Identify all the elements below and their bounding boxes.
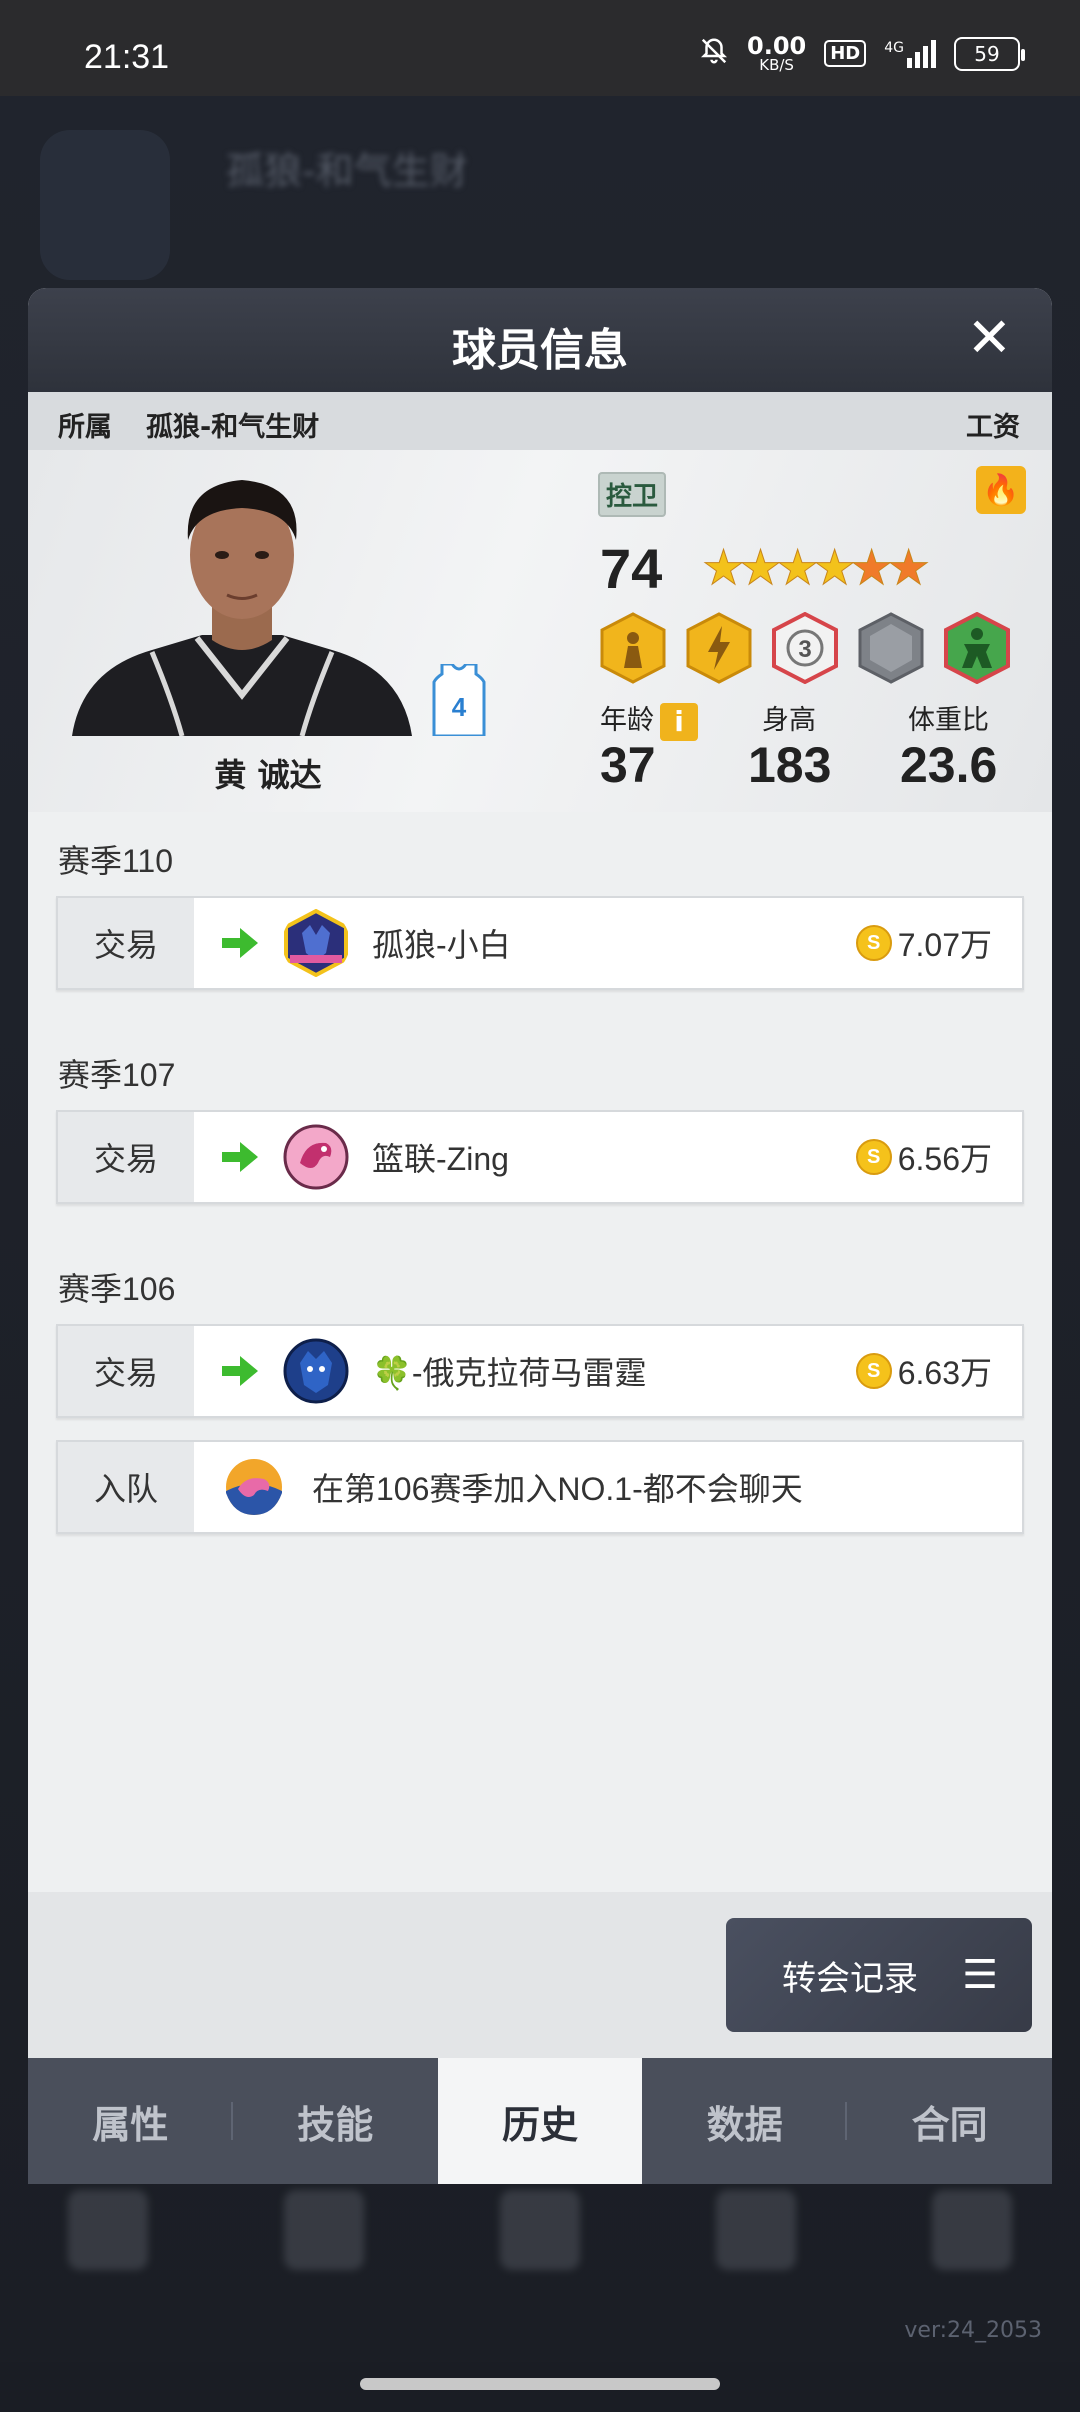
info-icon[interactable]: i [660,702,698,741]
menu-icon: ☰ [962,1952,998,1998]
home-indicator[interactable] [360,2378,720,2390]
transfer-fee: S 7.07万 [855,920,992,966]
fee-value: 6.63万 [897,1355,992,1391]
net-speed: 0.00 KB/S [747,34,806,73]
overall-rating: 74 [600,537,663,600]
event-type: 入队 [58,1442,194,1532]
status-icons: 0.00 KB/S HD 4G 59 [699,34,1025,73]
transfer-record-button[interactable]: 转会记录 ☰ [726,1918,1032,2032]
net-speed-value: 0.00 [747,32,807,60]
event-type: 交易 [58,898,194,988]
tab-history[interactable]: 历史 [437,2058,643,2184]
jersey-icon: 4 [432,664,486,736]
event-type: 交易 [58,1326,194,1416]
arrow-right-icon [222,928,258,958]
affiliation-label: 所属 [58,412,112,443]
position-badge: 控卫 [598,472,667,517]
transfer-fee: S 6.56万 [855,1134,992,1180]
age-label: 年龄 i [600,698,698,741]
coin-icon: S [855,1353,892,1389]
locked-badge-icon[interactable] [856,612,926,684]
height-label: 身高 [762,705,816,736]
arrow-right-icon [222,1356,258,1386]
player-name: 黄 诚达 [214,756,322,794]
weight-ratio-label: 体重比 [908,705,989,736]
footer-area: 转会记录 ☰ [28,1892,1052,2062]
height-value: 183 [748,737,832,793]
age-label-text: 年龄 [600,705,654,736]
weight-ratio-value: 23.6 [900,737,998,793]
status-time: 21:31 [84,38,170,76]
season-header: 赛季106 [58,1271,176,1307]
defense-badge-icon[interactable] [942,612,1012,684]
svg-text:3: 3 [798,636,811,663]
three-point-badge-icon[interactable]: 3 [770,612,840,684]
tab-bar: 属性 技能 历史 数据 合同 [28,2058,1052,2184]
history-row[interactable]: 交易 篮联-Zing S 6.56万 [56,1110,1024,1204]
history-row[interactable]: 交易 🍀-俄克拉荷马雷霆 S 6.63万 [56,1324,1024,1418]
jersey-number: 4 [452,692,467,722]
transfer-fee: S 6.63万 [855,1348,992,1394]
affiliation-team[interactable]: 孤狼-和气生财 [146,405,319,444]
signal-icon: 4G [884,39,936,68]
team-name[interactable]: 篮联-Zing [372,1134,856,1180]
coin-icon: S [855,1139,892,1175]
network-type: 4G [884,39,904,56]
lightning-badge-icon[interactable] [684,612,754,684]
battery-level: 59 [974,41,1000,66]
status-bar: 21:31 0.00 KB/S HD 4G 59 [0,0,1080,96]
player-portrait [72,480,412,736]
season-header: 赛季107 [58,1057,176,1093]
background-team-title: 孤狼-和气生财 [226,149,468,193]
history-row[interactable]: 交易 孤狼-小白 S 7.07万 [56,896,1024,990]
modal-title: 球员信息 [452,325,628,376]
transfer-record-label: 转会记录 [782,1958,918,1999]
star-rating: ★ ★ ★ ★ ★ ★ [701,544,930,593]
modal-header: 球员信息 ✕ [28,288,1052,392]
join-text: 在第106赛季加入NO.1-都不会聊天 [312,1471,803,1507]
join-row[interactable]: 入队 在第106赛季加入NO.1-都不会聊天 [56,1440,1024,1534]
tab-contract[interactable]: 合同 [847,2058,1052,2184]
team-name[interactable]: 孤狼-小白 [372,920,856,966]
player-card: 4 黄 诚达 控卫 🔥 74 ★ ★ ★ ★ ★ ★ 3 年龄 i 身高 体重比 37 18… [28,450,1052,812]
mute-bell-icon [699,36,729,72]
hd-badge: HD [824,40,867,67]
fee-value: 6.56万 [897,1141,992,1177]
event-type: 交易 [58,1112,194,1202]
age-value: 37 [600,737,656,793]
version-label: ver:24_2053 [904,2318,1042,2343]
player-info-modal: 球员信息 ✕ 所属 孤狼-和气生财 工资 4 黄 诚达 控卫 🔥 74 ★ ★ ★ ★… [28,288,1052,2184]
star-icon: ★ [887,540,931,596]
coin-icon: S [855,925,892,961]
ballhandler-badge-icon[interactable] [598,612,668,684]
tab-stats[interactable]: 数据 [642,2058,847,2184]
close-icon[interactable]: ✕ [967,306,1012,369]
team-name[interactable]: 🍀-俄克拉荷马雷霆 [372,1348,856,1394]
tab-skills[interactable]: 技能 [233,2058,438,2184]
fee-value: 7.07万 [897,927,992,963]
dragon-team-logo-icon [283,1124,349,1190]
battery-icon: 59 [954,36,1025,71]
panther-team-logo-icon [283,1338,349,1404]
history-list: 赛季110 交易 孤狼-小白 S 7.07万 赛季107 交易 篮联-Zing S… [28,812,1052,1534]
tab-attributes[interactable]: 属性 [28,2058,233,2184]
wolf-team-logo-icon [284,909,348,977]
fire-icon[interactable]: 🔥 [976,466,1026,514]
skill-badges: 3 [598,612,1012,684]
season-header: 赛季110 [58,843,174,879]
joined-team-logo-icon [226,1459,282,1515]
team-logo-icon [40,130,170,280]
affiliation-bar: 所属 孤狼-和气生财 工资 [28,392,1052,450]
arrow-right-icon [222,1142,258,1172]
salary-label[interactable]: 工资 [966,405,1020,444]
net-speed-unit: KB/S [759,56,794,74]
